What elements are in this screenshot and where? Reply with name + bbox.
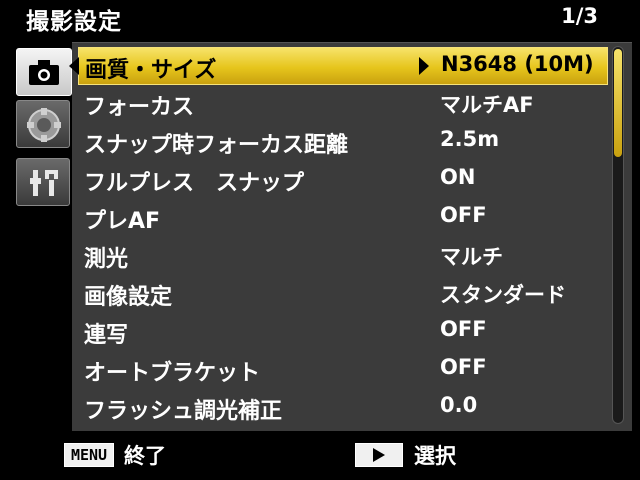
dial-icon — [27, 108, 61, 142]
menu-row-value: スタンダード — [440, 283, 566, 307]
submenu-arrow-icon — [419, 57, 429, 75]
menu-row-label: フルプレス スナップ — [84, 171, 305, 196]
menu-row-value: OFF — [440, 355, 487, 379]
play-icon — [373, 448, 385, 462]
settings-panel: 画質・サイズ N3648 (10M) フォーカス マルチAF スナップ時フォーカ… — [69, 42, 632, 431]
menu-row-value: マルチ — [440, 245, 503, 269]
menu-row-auto-bracket[interactable]: オートブラケット OFF — [72, 351, 612, 389]
menu-row-snap-distance[interactable]: スナップ時フォーカス距離 2.5m — [72, 123, 612, 161]
page-indicator: 1/3 — [561, 4, 598, 28]
menu-row-value: 2.5m — [440, 127, 500, 151]
tab-scene[interactable] — [16, 100, 70, 148]
menu-key-badge[interactable]: MENU — [64, 443, 114, 467]
scrollbar[interactable] — [612, 46, 624, 424]
menu-row-value: N3648 (10M) — [441, 52, 594, 76]
menu-row-label: フォーカス — [84, 95, 195, 120]
menu-row-label: 画質・サイズ — [85, 58, 217, 83]
tab-shooting[interactable] — [16, 48, 72, 96]
menu-row-value: マルチAF — [440, 93, 534, 117]
title-bar: 撮影設定 1/3 — [0, 0, 640, 40]
menu-row-flash-comp[interactable]: フラッシュ調光補正 0.0 — [72, 389, 612, 427]
menu-row-full-press-snap[interactable]: フルプレス スナップ ON — [72, 161, 612, 199]
menu-row-label: フラッシュ調光補正 — [84, 399, 283, 424]
menu-row-value: 0.0 — [440, 393, 478, 417]
menu-row-label: 画像設定 — [84, 285, 173, 310]
menu-row-image-quality[interactable]: 画質・サイズ N3648 (10M) — [69, 47, 608, 85]
selection-pointer-icon — [69, 57, 79, 75]
menu-row-label: 連写 — [84, 323, 129, 348]
menu-row-continuous[interactable]: 連写 OFF — [72, 313, 612, 351]
select-label: 選択 — [414, 444, 456, 468]
menu-row-label: オートブラケット — [84, 361, 261, 386]
play-key-badge[interactable] — [355, 443, 403, 467]
menu-row-focus[interactable]: フォーカス マルチAF — [72, 85, 612, 123]
tab-setup[interactable] — [16, 158, 70, 206]
menu-row-metering[interactable]: 測光 マルチ — [72, 237, 612, 275]
camera-icon — [29, 60, 59, 85]
menu-row-image-settings[interactable]: 画像設定 スタンダード — [72, 275, 612, 313]
category-tabs — [16, 44, 72, 434]
menu-row-label: スナップ時フォーカス距離 — [84, 133, 349, 158]
menu-row-value: OFF — [440, 203, 487, 227]
menu-row-label: プレAF — [84, 209, 161, 234]
menu-row-label: 測光 — [84, 247, 129, 272]
scroll-thumb[interactable] — [614, 49, 622, 157]
page-title: 撮影設定 — [26, 9, 122, 35]
menu-row-value: ON — [440, 165, 476, 189]
footer-bar: MENU 終了 選択 — [0, 434, 640, 480]
wrench-icon — [30, 170, 58, 196]
menu-row-pre-af[interactable]: プレAF OFF — [72, 199, 612, 237]
exit-label: 終了 — [124, 444, 166, 468]
menu-row-value: OFF — [440, 317, 487, 341]
